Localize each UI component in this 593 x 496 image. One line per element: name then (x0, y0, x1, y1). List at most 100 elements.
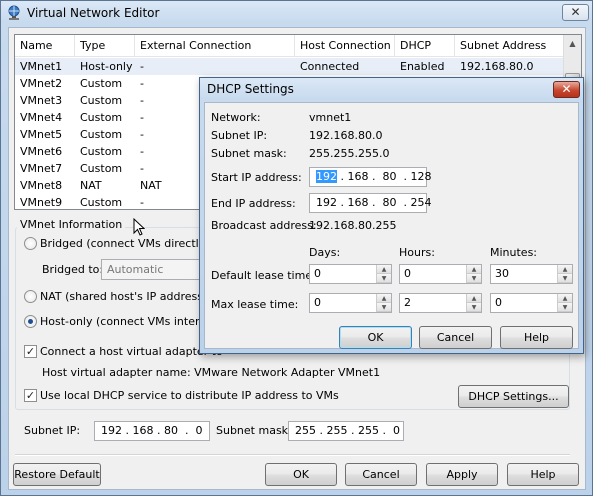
spinner-arrows[interactable]: ▲ ▼ (557, 265, 572, 283)
nat-radio[interactable] (24, 290, 37, 303)
spinner-down-icon[interactable]: ▼ (467, 274, 481, 283)
host-only-label[interactable]: Host-only (connect VMs internally (40, 315, 226, 328)
spinner-arrows[interactable]: ▲ ▼ (466, 294, 481, 312)
spinner-down-icon[interactable]: ▼ (467, 303, 481, 312)
scroll-up-arrow-icon[interactable]: ▲ (564, 35, 581, 52)
cell-external-connection: - (140, 60, 144, 73)
column-header-dhcp[interactable]: DHCP (395, 35, 455, 57)
cell-external-connection: - (140, 111, 144, 124)
adapter-name-text: Host virtual adapter name: VMware Networ… (42, 366, 381, 379)
dialog-cancel-button[interactable]: Cancel (419, 326, 492, 349)
nat-label[interactable]: NAT (shared host's IP address wit (40, 290, 223, 303)
broadcast-label: Broadcast address: (211, 219, 317, 232)
subnet-ip-label: Subnet IP: (24, 424, 81, 437)
spinner-down-icon[interactable]: ▼ (558, 303, 572, 312)
use-dhcp-checkbox[interactable]: ✓ (24, 389, 37, 402)
bridged-to-label: Bridged to: (42, 263, 104, 276)
column-header-type[interactable]: Type (75, 35, 135, 57)
cell-type: Custom (80, 111, 123, 124)
column-header-host-connection[interactable]: Host Connection (295, 35, 395, 57)
default-lease-days-value[interactable]: 0 (314, 267, 321, 280)
network-value: vmnet1 (309, 111, 352, 124)
max-lease-days-spinner[interactable]: 0 ▲ ▼ (309, 293, 392, 313)
spinner-up-icon[interactable]: ▲ (558, 265, 572, 274)
spinner-up-icon[interactable]: ▲ (377, 294, 391, 303)
max-lease-hours-spinner[interactable]: 2 ▲ ▼ (399, 293, 482, 313)
max-lease-minutes-spinner[interactable]: 0 ▲ ▼ (490, 293, 573, 313)
spinner-down-icon[interactable]: ▼ (558, 274, 572, 283)
spinner-up-icon[interactable]: ▲ (467, 294, 481, 303)
spinner-down-icon[interactable]: ▼ (377, 274, 391, 283)
default-lease-minutes-spinner[interactable]: 30 ▲ ▼ (490, 264, 573, 284)
apply-button[interactable]: Apply (426, 463, 498, 486)
spinner-down-icon[interactable]: ▼ (377, 303, 391, 312)
start-ip-first-octet[interactable]: 192 (316, 170, 337, 183)
restore-default-button[interactable]: Restore Default (13, 463, 101, 486)
dialog-subnet-mask-label: Subnet mask: (211, 147, 287, 160)
spinner-arrows[interactable]: ▲ ▼ (466, 265, 481, 283)
end-ip-field[interactable]: 192 . 168 . 80 . 254 (309, 193, 431, 213)
cell-name: VMnet9 (20, 196, 63, 209)
start-ip-remaining-octets[interactable]: . 168 . 80 . 128 (337, 170, 431, 183)
max-lease-minutes-value[interactable]: 0 (495, 296, 502, 309)
dialog-ok-button[interactable]: OK (339, 326, 412, 349)
default-lease-hours-spinner[interactable]: 0 ▲ ▼ (399, 264, 482, 284)
spinner-up-icon[interactable]: ▲ (467, 265, 481, 274)
cell-name: VMnet4 (20, 111, 63, 124)
window-close-button[interactable]: ✕ (562, 4, 589, 21)
cell-type: NAT (80, 179, 102, 192)
bridged-to-select[interactable]: Automatic (101, 259, 201, 280)
bridged-radio[interactable] (24, 237, 37, 250)
dialog-client-area: Network: vmnet1 Subnet IP: 192.168.80.0 … (204, 102, 579, 349)
cell-name: VMnet3 (20, 94, 63, 107)
start-ip-label: Start IP address: (211, 171, 302, 184)
max-lease-hours-value[interactable]: 2 (404, 296, 411, 309)
footer-divider (15, 454, 570, 456)
minutes-label: Minutes: (490, 246, 538, 259)
dialog-help-button[interactable]: Help (500, 326, 573, 349)
default-lease-hours-value[interactable]: 0 (404, 267, 411, 280)
end-ip-label: End IP address: (211, 197, 296, 210)
connect-adapter-label[interactable]: Connect a host virtual adapter to (40, 345, 223, 358)
dialog-close-button[interactable]: ✕ (553, 81, 580, 98)
use-dhcp-label[interactable]: Use local DHCP service to distribute IP … (40, 389, 339, 402)
subnet-ip-field[interactable]: 192 . 168 . 80 . 0 (94, 421, 210, 441)
spinner-arrows[interactable]: ▲ ▼ (376, 265, 391, 283)
cell-name: VMnet6 (20, 145, 63, 158)
cell-external-connection: - (140, 196, 144, 209)
cell-subnet-address: 192.168.80.0 (460, 60, 534, 73)
days-label: Days: (309, 246, 341, 259)
dhcp-settings-button[interactable]: DHCP Settings... (458, 385, 569, 408)
column-header-external-connection[interactable]: External Connection (135, 35, 295, 57)
cell-external-connection: - (140, 145, 144, 158)
spinner-arrows[interactable]: ▲ ▼ (557, 294, 572, 312)
cell-name: VMnet5 (20, 128, 63, 141)
spinner-up-icon[interactable]: ▲ (558, 294, 572, 303)
dialog-subnet-ip-value: 192.168.80.0 (309, 129, 383, 142)
subnet-mask-field[interactable]: 255 . 255 . 255 . 0 (288, 421, 404, 441)
cell-type: Custom (80, 77, 123, 90)
default-lease-minutes-value[interactable]: 30 (495, 267, 509, 280)
max-lease-days-value[interactable]: 0 (314, 296, 321, 309)
host-only-radio[interactable] (24, 315, 37, 328)
vmnet-information-title: VMnet Information (17, 218, 126, 231)
spinner-arrows[interactable]: ▲ ▼ (376, 294, 391, 312)
list-row[interactable]: VMnet1 Host-only - Connected Enabled 192.168.… (15, 58, 563, 75)
cell-external-connection: - (140, 94, 144, 107)
start-ip-field[interactable]: 192 . 168 . 80 . 128 (309, 167, 431, 187)
column-header-name[interactable]: Name (15, 35, 75, 57)
cancel-button[interactable]: Cancel (345, 463, 417, 486)
ok-button[interactable]: OK (265, 463, 337, 486)
window-title: Virtual Network Editor (27, 6, 160, 20)
dialog-subnet-ip-label: Subnet IP: (211, 129, 268, 142)
spinner-up-icon[interactable]: ▲ (377, 265, 391, 274)
default-lease-label: Default lease time: (211, 269, 316, 282)
connect-adapter-checkbox[interactable]: ✓ (24, 345, 37, 358)
cell-external-connection: - (140, 77, 144, 90)
cell-type: Custom (80, 94, 123, 107)
cell-type: Custom (80, 145, 123, 158)
help-button[interactable]: Help (507, 463, 579, 486)
title-bar: Virtual Network Editor ✕ (1, 1, 592, 25)
default-lease-days-spinner[interactable]: 0 ▲ ▼ (309, 264, 392, 284)
column-header-subnet-address[interactable]: Subnet Address (455, 35, 563, 57)
